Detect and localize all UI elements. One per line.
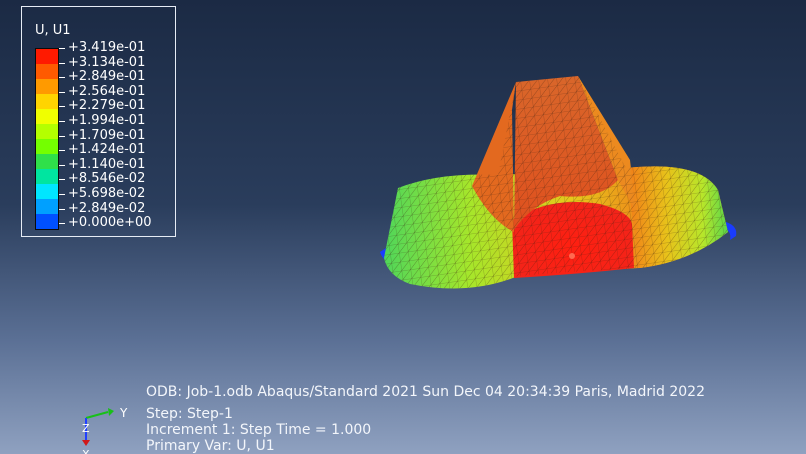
legend-value-label: +8.546e-02: [68, 171, 146, 187]
legend-swatch: [36, 139, 58, 154]
y-axis-line: [85, 411, 109, 419]
center-node-marker: [569, 253, 575, 259]
legend-swatch: [36, 49, 58, 64]
legend-value-label: +0.000e+00: [68, 215, 152, 231]
legend-tick: [59, 48, 65, 49]
increment-info: Increment 1: Step Time = 1.000: [146, 422, 372, 438]
legend-value-label: +2.279e-01: [68, 98, 146, 114]
legend-value-label: +2.849e-01: [68, 69, 146, 85]
legend-tick: [59, 150, 65, 152]
legend-tick: [59, 179, 65, 181]
legend-value-label: +1.424e-01: [68, 142, 146, 158]
legend-tick: [59, 77, 65, 79]
primary-var-info: Primary Var: U, U1: [146, 438, 275, 454]
legend-tick: [59, 62, 65, 64]
fe-mesh-overlay: [384, 76, 728, 289]
legend-tick: [59, 164, 65, 166]
legend-value-label: +1.994e-01: [68, 113, 146, 128]
axis-triad: Y Z X: [82, 406, 128, 454]
legend-tick: [59, 121, 65, 122]
y-axis-arrowhead: [108, 408, 114, 416]
x-axis-label: X: [82, 448, 90, 454]
legend-color-bar: [35, 48, 59, 230]
legend-tick: [59, 223, 65, 225]
legend-swatch: [36, 94, 58, 109]
legend-swatch: [36, 184, 58, 199]
legend-value-label: +1.140e-01: [68, 156, 146, 172]
legend-value-label: +3.134e-01: [68, 54, 146, 70]
legend-value-label: +5.698e-02: [68, 186, 146, 201]
odb-info: ODB: Job-1.odb Abaqus/Standard 2021 Sun …: [146, 384, 705, 400]
legend-tick: [59, 91, 65, 93]
legend-tick: [59, 194, 65, 195]
legend-value-label: +2.849e-02: [68, 200, 146, 216]
legend-swatch: [36, 124, 58, 139]
legend-tick: [59, 135, 65, 137]
legend-title: U, U1: [35, 23, 71, 38]
legend-tick: [59, 106, 65, 108]
legend-swatch: [36, 169, 58, 184]
step-info: Step: Step-1: [146, 406, 233, 422]
legend-swatch: [36, 64, 58, 79]
legend-swatch: [36, 214, 58, 229]
contour-legend: U, U1 +3.419e-01 +3.134e-01 +2.849e-01 +2.5…: [21, 6, 176, 237]
legend-value-label: +3.419e-01: [68, 40, 146, 55]
x-axis-arrowhead: [82, 440, 90, 446]
legend-swatch: [36, 109, 58, 124]
y-axis-label: Y: [119, 406, 128, 420]
legend-tick: [59, 208, 65, 210]
legend-value-label: +2.564e-01: [68, 83, 146, 99]
legend-value-label: +1.709e-01: [68, 127, 146, 143]
legend-swatch: [36, 79, 58, 94]
z-axis-label: Z: [82, 422, 90, 435]
legend-swatch: [36, 199, 58, 214]
legend-swatch: [36, 154, 58, 169]
